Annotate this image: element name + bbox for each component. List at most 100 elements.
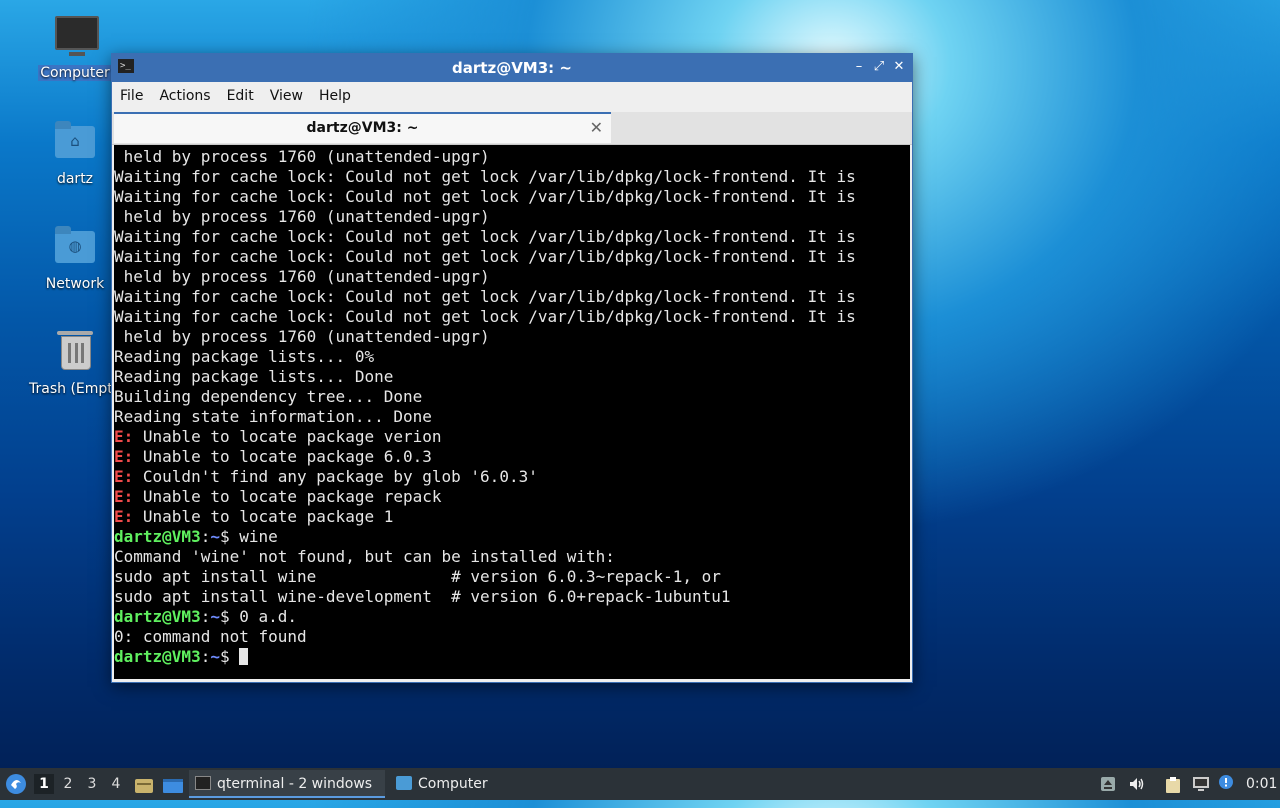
text-cursor [239,648,249,665]
start-menu-icon[interactable] [4,772,28,796]
line-text: held by process 1760 (unattended-upgr) [114,327,490,346]
terminal-prompt-line: dartz@VM3:~$ [114,647,910,667]
line-text: held by process 1760 (unattended-upgr) [114,147,490,166]
terminal-icon [195,776,211,790]
line-text: sudo apt install wine-development # vers… [114,587,731,606]
terminal-line: sudo apt install wine # version 6.0.3~re… [114,567,910,587]
desktop-icon-trash[interactable]: Trash (Empty) [27,330,127,397]
tab-label: dartz@VM3: ~ [306,120,419,136]
line-text: Unable to locate package 1 [133,507,394,526]
line-text: Waiting for cache lock: Could not get lo… [114,167,856,186]
volume-icon[interactable] [1128,776,1144,792]
workspace-3[interactable]: 3 [82,774,102,794]
taskbar: 1 2 3 4 qterminal - 2 windows Computer 0… [0,768,1280,800]
network-icon[interactable] [1192,776,1210,792]
terminal-line: Waiting for cache lock: Could not get lo… [114,247,910,267]
line-text: Waiting for cache lock: Could not get lo… [114,187,856,206]
home-folder-icon: ⌂ [53,120,97,164]
menu-actions[interactable]: Actions [151,82,218,104]
terminal-line: held by process 1760 (unattended-upgr) [114,207,910,227]
workspace-4[interactable]: 4 [106,774,126,794]
line-text: held by process 1760 (unattended-upgr) [114,207,490,226]
line-text: Building dependency tree... Done [114,387,423,406]
terminal-line: Command 'wine' not found, but can be ins… [114,547,910,567]
terminal-prompt-line: dartz@VM3:~$ wine [114,527,910,547]
prompt-path: ~ [210,607,220,626]
line-text: Waiting for cache lock: Could not get lo… [114,247,856,266]
line-text: Command 'wine' not found, but can be ins… [114,547,615,566]
command-text: wine [229,527,278,546]
workspace-1[interactable]: 1 [34,774,54,794]
terminal-error-line: E: Unable to locate package verion [114,427,910,447]
terminal-line: Waiting for cache lock: Could not get lo… [114,227,910,247]
window-titlebar[interactable]: >_ dartz@VM3: ~ – ⤢ ✕ [112,54,912,82]
terminal-error-line: E: Couldn't find any package by glob '6.… [114,467,910,487]
command-text: 0 a.d. [229,607,298,626]
terminal-line: Waiting for cache lock: Could not get lo… [114,167,910,187]
prompt-symbol: $ [219,527,230,546]
line-text: Waiting for cache lock: Could not get lo… [114,307,856,326]
clock[interactable]: 0:01 [1246,768,1277,800]
terminal-error-line: E: Unable to locate package repack [114,487,910,507]
tab-bar: dartz@VM3: ~ ✕ [112,112,912,145]
line-text: Couldn't find any package by glob '6.0.3… [133,467,538,486]
network-folder-icon: ◍ [53,225,97,269]
workspace-2[interactable]: 2 [58,774,78,794]
terminal-output[interactable]: held by process 1760 (unattended-upgr) Wa… [114,145,910,679]
desktop-icon-label: Network [45,276,105,292]
error-prefix: E: [114,487,134,506]
folder-icon [396,776,412,790]
terminal-line: held by process 1760 (unattended-upgr) [114,147,910,167]
terminal-line: Reading package lists... Done [114,367,910,387]
command-text [230,647,240,666]
task-label: Computer [418,776,488,792]
line-text: Unable to locate package 6.0.3 [133,447,432,466]
terminal-window[interactable]: >_ dartz@VM3: ~ – ⤢ ✕ File Actions Edit Vie… [111,53,913,683]
prompt-user: dartz@VM3 [114,607,201,626]
terminal-line: Reading package lists... 0% [114,347,910,367]
file-manager-icon[interactable] [134,775,154,793]
terminal-line: sudo apt install wine-development # vers… [114,587,910,607]
error-prefix: E: [114,467,134,486]
desktop-icon-label: dartz [56,171,94,187]
close-button[interactable]: ✕ [890,58,908,76]
prompt-colon: : [200,647,211,666]
terminal-tab[interactable]: dartz@VM3: ~ ✕ [114,112,611,143]
terminal-error-line: E: Unable to locate package 6.0.3 [114,447,910,467]
menu-file[interactable]: File [112,82,151,104]
show-desktop-icon[interactable] [162,775,184,793]
line-text: Unable to locate package verion [133,427,442,446]
terminal-line: Reading state information... Done [114,407,910,427]
task-qterminal[interactable]: qterminal - 2 windows [189,770,385,798]
clipboard-icon[interactable] [1164,776,1182,793]
prompt-symbol: $ [219,607,230,626]
menu-edit[interactable]: Edit [219,82,262,104]
prompt-path: ~ [210,647,220,666]
menu-help[interactable]: Help [311,82,359,104]
desktop-icon-label: Computer [38,65,112,81]
window-title: dartz@VM3: ~ [452,59,572,77]
error-prefix: E: [114,447,134,466]
menu-view[interactable]: View [262,82,311,104]
desktop-icon-network[interactable]: ◍ Network [27,225,123,292]
line-text: Unable to locate package repack [133,487,442,506]
notification-icon[interactable] [1218,774,1234,790]
desktop-icon-home[interactable]: ⌂ dartz [27,120,123,187]
prompt-colon: : [200,527,211,546]
removable-media-icon[interactable] [1100,776,1116,792]
line-text: Reading package lists... 0% [114,347,375,366]
task-computer[interactable]: Computer [390,770,500,798]
terminal-line: 0: command not found [114,627,910,647]
tab-close-icon[interactable]: ✕ [590,118,603,137]
maximize-button[interactable]: ⤢ [870,58,888,76]
terminal-error-line: E: Unable to locate package 1 [114,507,910,527]
line-text: Reading state information... Done [114,407,432,426]
terminal-line: held by process 1760 (unattended-upgr) [114,267,910,287]
prompt-path: ~ [210,527,220,546]
desktop-icon-computer[interactable]: Computer [27,14,123,81]
minimize-button[interactable]: – [850,58,868,76]
task-label: qterminal - 2 windows [217,776,373,792]
prompt-user: dartz@VM3 [114,527,201,546]
terminal-line: Building dependency tree... Done [114,387,910,407]
terminal-line: Waiting for cache lock: Could not get lo… [114,287,910,307]
